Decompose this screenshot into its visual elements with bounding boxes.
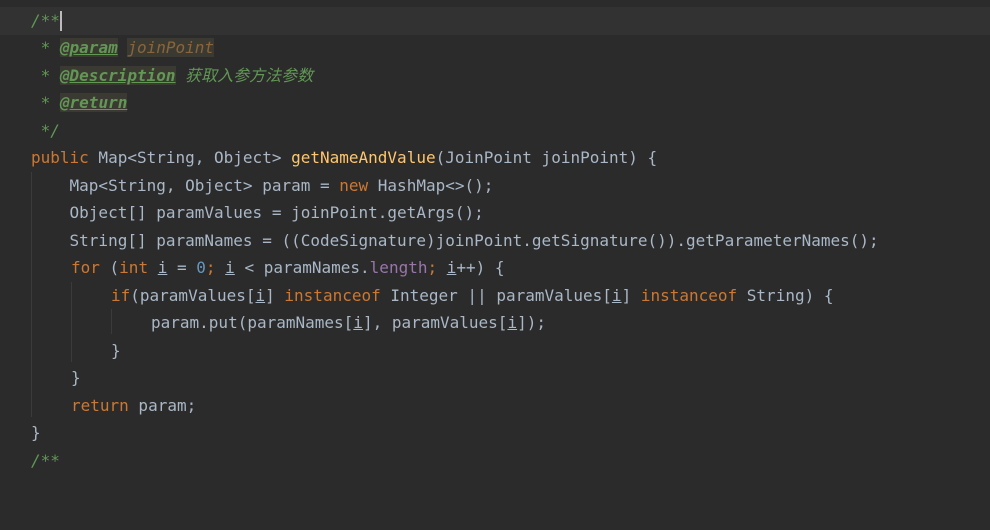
code-line[interactable]: /**: [0, 447, 990, 475]
keyword-public: public: [31, 148, 89, 167]
code-line[interactable]: }: [0, 419, 990, 447]
doc-tag-description: @Description: [59, 66, 176, 85]
doc-star: *: [31, 66, 60, 85]
code-line[interactable]: * @Description 获取入参方法参数: [0, 62, 990, 90]
code-line[interactable]: */: [0, 117, 990, 145]
loop-variable: i: [353, 313, 363, 332]
keyword-new: new: [339, 176, 369, 195]
keyword-instanceof: instanceof: [640, 286, 738, 305]
number-literal: 0: [196, 258, 206, 277]
code-line[interactable]: public Map<String, Object> getNameAndVal…: [0, 144, 990, 172]
loop-variable: i: [507, 313, 518, 332]
keyword-return: return: [71, 396, 129, 415]
indent-guide: [111, 309, 112, 334]
doc-tag-param: @param: [59, 38, 118, 57]
doc-comment-open: /**: [31, 11, 60, 30]
code-line[interactable]: * @return: [0, 89, 990, 117]
code-line[interactable]: return param;: [0, 392, 990, 420]
doc-tag-return: @return: [59, 93, 128, 112]
keyword-if: if: [111, 286, 131, 305]
keyword-instanceof: instanceof: [284, 286, 381, 305]
doc-description-text: 获取入参方法参数: [185, 66, 314, 85]
loop-variable: i: [157, 258, 168, 277]
code-line[interactable]: for (int i = 0; i < paramNames.length; i…: [0, 254, 990, 282]
code-line[interactable]: Object[] paramValues = joinPoint.getArgs…: [0, 199, 990, 227]
code-line[interactable]: String[] paramNames = ((CodeSignature)jo…: [0, 227, 990, 255]
code-editor[interactable]: /** * @param joinPoint * @Description 获取…: [0, 0, 990, 470]
doc-param-name: joinPoint: [127, 38, 215, 57]
method-name: getNameAndValue: [291, 148, 436, 167]
code-line[interactable]: }: [0, 337, 990, 365]
text-caret: [60, 11, 62, 31]
code-line[interactable]: Map<String, Object> param = new HashMap<…: [0, 172, 990, 200]
code-line[interactable]: }: [0, 364, 990, 392]
field-length: length: [369, 258, 428, 277]
code-line[interactable]: param.put(paramNames[i], paramValues[i])…: [0, 309, 990, 337]
keyword-int: int: [119, 258, 149, 277]
code-line[interactable]: * @param joinPoint: [0, 34, 990, 62]
indent-guide: [31, 172, 32, 417]
indent-guide: [71, 282, 72, 362]
loop-variable: i: [255, 286, 266, 305]
loop-variable: i: [225, 258, 235, 277]
doc-comment-open: /**: [31, 451, 60, 470]
code-line[interactable]: /**: [0, 7, 990, 35]
code-line[interactable]: if(paramValues[i] instanceof Integer || …: [0, 282, 990, 310]
doc-comment-close: */: [31, 121, 60, 140]
doc-star: *: [31, 93, 60, 112]
doc-star: *: [31, 38, 60, 57]
loop-variable: i: [446, 258, 457, 277]
loop-variable: i: [611, 286, 622, 305]
keyword-for: for: [71, 258, 100, 277]
